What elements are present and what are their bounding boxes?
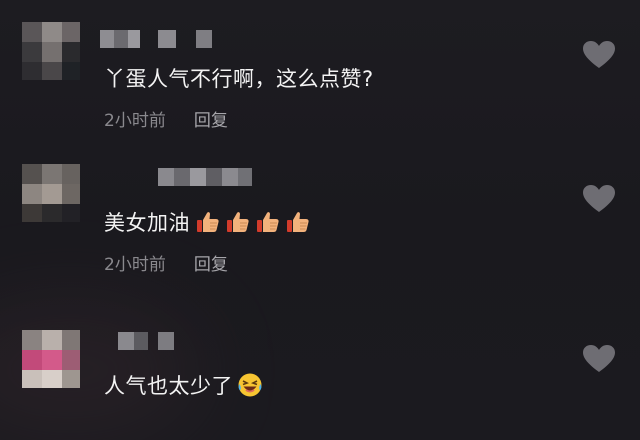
- username-blurred[interactable]: [100, 30, 220, 50]
- avatar[interactable]: [22, 22, 80, 80]
- comment-time: 2小时前: [104, 111, 166, 131]
- heart-outline-icon[interactable]: [582, 40, 616, 70]
- thumbs-up-emoji-icon: [287, 212, 309, 232]
- laughing-crying-emoji-icon: [238, 373, 262, 397]
- avatar[interactable]: [22, 164, 80, 222]
- reply-button[interactable]: 回复: [194, 255, 228, 275]
- heart-outline-icon[interactable]: [582, 184, 616, 214]
- thumbs-up-emoji-icon: [227, 212, 249, 232]
- comment-text: 丫蛋人气不行啊，这么点赞?: [104, 67, 374, 91]
- comment-text: 人气也太少了: [104, 370, 263, 400]
- comment-text: 美女加油: [104, 207, 310, 237]
- username-blurred[interactable]: [100, 168, 260, 188]
- thumbs-up-emoji-icon: [257, 212, 279, 232]
- thumbs-up-emoji-icon: [197, 212, 219, 232]
- username-blurred[interactable]: [100, 332, 180, 352]
- reply-button[interactable]: 回复: [194, 111, 228, 131]
- comment-meta: 2小时前 回复: [104, 106, 228, 131]
- heart-outline-icon[interactable]: [582, 344, 616, 374]
- comment-meta: 2小时前 回复: [104, 250, 228, 275]
- avatar[interactable]: [22, 330, 80, 388]
- comment-time: 2小时前: [104, 255, 166, 275]
